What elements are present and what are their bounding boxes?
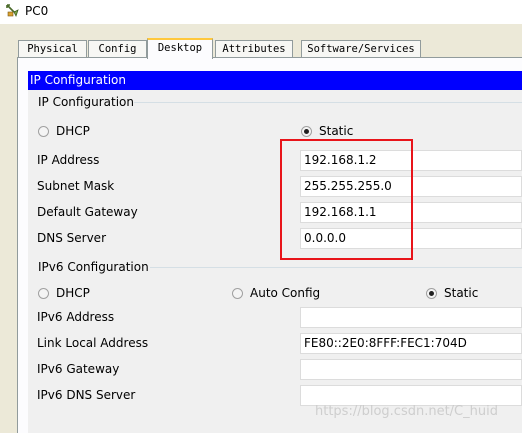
ipv6-dns-server-field[interactable] [300, 385, 522, 406]
ipv6-group-label: IPv6 Configuration [36, 260, 151, 274]
ipv6-dns-server-label: IPv6 DNS Server [37, 388, 136, 402]
packet-tracer-pc-icon [6, 4, 19, 18]
tab-desktop[interactable]: Desktop [147, 38, 213, 59]
default-gateway-label: Default Gateway [37, 205, 138, 219]
dns-server-field[interactable]: 0.0.0.0 [300, 228, 522, 249]
window-title: PC0 [25, 4, 49, 18]
ipv6-dhcp-label[interactable]: DHCP [56, 286, 90, 300]
ip-address-label: IP Address [37, 153, 100, 167]
ipv6-dhcp-radio[interactable] [38, 288, 49, 299]
ipv4-group-divider [134, 102, 522, 103]
ipv4-static-label[interactable]: Static [319, 124, 353, 138]
pc0-window: PC0 Physical Config Desktop Attributes S… [0, 0, 522, 433]
ip-address-field[interactable]: 192.168.1.2 [300, 150, 522, 171]
ip-configuration-content: IP Configuration DHCP Static IP Address … [28, 90, 522, 433]
tab-software-services[interactable]: Software/Services [301, 40, 421, 57]
ipv4-group-label: IP Configuration [36, 95, 136, 109]
ipv6-gateway-label: IPv6 Gateway [37, 362, 120, 376]
default-gateway-field[interactable]: 192.168.1.1 [300, 202, 522, 223]
ip-configuration-header: IP Configuration [28, 71, 522, 90]
subnet-mask-field[interactable]: 255.255.255.0 [300, 176, 522, 197]
link-local-address-label: Link Local Address [37, 336, 149, 350]
dns-server-label: DNS Server [37, 231, 106, 245]
watermark-text: https://blog.csdn.net/C_huid [315, 404, 498, 419]
ipv4-static-radio[interactable] [301, 126, 312, 137]
ipv4-dhcp-label[interactable]: DHCP [56, 124, 90, 138]
tab-attributes[interactable]: Attributes [215, 40, 293, 57]
title-bar: PC0 [0, 0, 522, 24]
tab-physical[interactable]: Physical [18, 40, 87, 57]
ipv6-group-divider [150, 267, 522, 268]
ipv6-auto-config-radio[interactable] [232, 288, 243, 299]
ipv6-static-label[interactable]: Static [444, 286, 478, 300]
ipv6-address-label: IPv6 Address [37, 310, 115, 324]
ipv6-address-field[interactable] [300, 307, 522, 328]
ipv6-static-radio[interactable] [426, 288, 437, 299]
tab-config[interactable]: Config [88, 40, 147, 57]
link-local-address-field: FE80::2E0:8FFF:FEC1:704D [300, 333, 522, 354]
ipv6-auto-config-label[interactable]: Auto Config [250, 286, 320, 300]
subnet-mask-label: Subnet Mask [37, 179, 115, 193]
ipv4-dhcp-radio[interactable] [38, 126, 49, 137]
ipv6-gateway-field[interactable] [300, 359, 522, 380]
